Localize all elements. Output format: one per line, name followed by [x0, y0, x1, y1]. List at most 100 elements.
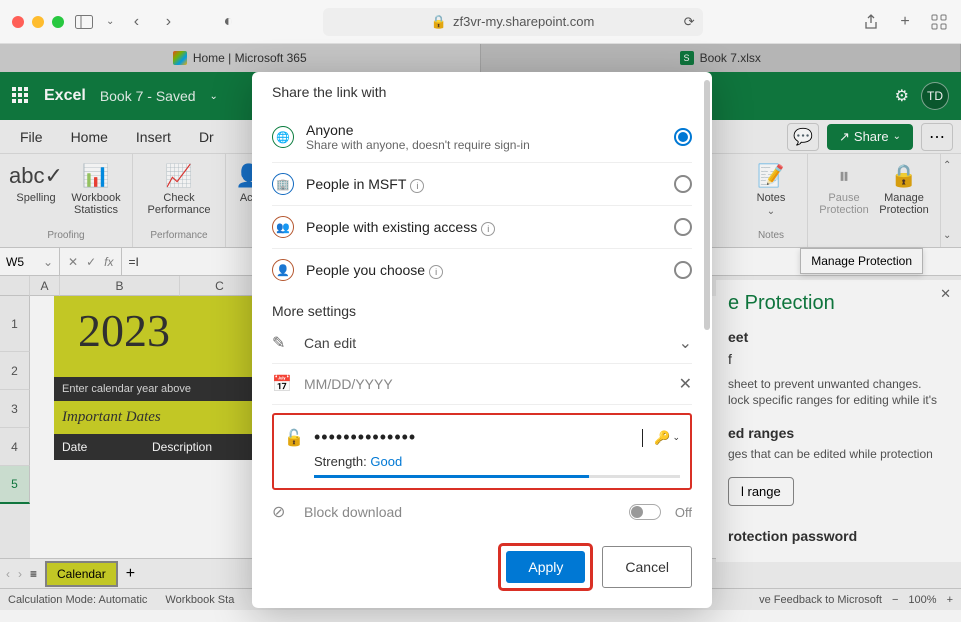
sidebar-toggle-icon[interactable]	[74, 12, 94, 32]
chevron-down-icon: ⌄	[767, 206, 775, 217]
group-proofing: Proofing	[8, 228, 124, 243]
permission-row[interactable]: ✎ Can edit ⌄	[272, 323, 692, 364]
radio-existing[interactable]	[674, 218, 692, 236]
protection-pane: ✕ e Protection eet f sheet to prevent un…	[716, 280, 961, 562]
share-icon[interactable]	[861, 12, 881, 32]
manage-protection-button[interactable]: 🔒Manage Protection	[876, 158, 932, 228]
password-options-icon[interactable]: 🔑⌄	[654, 430, 680, 446]
next-sheet-icon[interactable]: ›	[18, 567, 22, 581]
add-sheet-icon[interactable]: +	[126, 565, 135, 583]
performance-icon: 📈	[165, 162, 192, 190]
option-specific[interactable]: 👤 People you choosei	[272, 249, 692, 291]
password-section: 🔓 •••••••••••••• 🔑⌄ Strength: Good	[272, 413, 692, 490]
chevron-down-icon: ⌄	[893, 131, 901, 142]
row-5[interactable]: 5	[0, 466, 30, 504]
calc-mode[interactable]: Calculation Mode: Automatic	[8, 594, 147, 606]
row-headers: 1 2 3 4 5	[0, 296, 30, 558]
tab-file[interactable]: File	[8, 123, 55, 151]
important-dates-header: Important Dates	[54, 401, 254, 434]
col-B[interactable]: B	[60, 276, 180, 296]
feedback-link[interactable]: ve Feedback to Microsoft	[759, 594, 882, 606]
doc-menu-chevron-icon[interactable]: ⌄	[210, 91, 218, 102]
share-button[interactable]: ↗ Share ⌄	[827, 124, 913, 150]
address-bar[interactable]: 🔒 zf3vr-my.sharepoint.com ⟳	[323, 8, 703, 36]
fx-icon[interactable]: fx	[104, 255, 113, 269]
add-range-button[interactable]: l range	[728, 477, 794, 506]
window-close[interactable]	[12, 16, 24, 28]
shield-icon[interactable]: ◐	[218, 12, 238, 32]
radio-specific[interactable]	[674, 261, 692, 279]
calendar-icon: 📅	[272, 374, 290, 394]
workbook-stats-status[interactable]: Workbook Sta	[165, 594, 234, 606]
expand-ribbon-icon[interactable]: ⌄	[943, 230, 959, 241]
tab-workbook[interactable]: S Book 7.xlsx	[481, 44, 961, 72]
dialog-scrollbar[interactable]	[704, 80, 710, 330]
info-icon[interactable]: i	[410, 179, 424, 193]
refresh-icon[interactable]: ⟳	[684, 14, 695, 30]
pane-title: e Protection	[728, 292, 949, 315]
window-zoom[interactable]	[52, 16, 64, 28]
radio-anyone[interactable]	[674, 128, 692, 146]
formula-input[interactable]: =I	[122, 255, 144, 269]
spelling-icon: abc✓	[9, 162, 63, 190]
col-C[interactable]: C	[180, 276, 260, 296]
building-icon: 🏢	[272, 173, 294, 195]
check-performance-button[interactable]: 📈Check Performance	[141, 158, 217, 228]
workbook-stats-button[interactable]: 📊Workbook Statistics	[68, 158, 124, 228]
option-existing[interactable]: 👥 People with existing accessi	[272, 206, 692, 249]
accept-formula-icon[interactable]: ✓	[86, 255, 96, 269]
table-header: Date Description	[54, 434, 254, 460]
spelling-button[interactable]: abc✓Spelling	[8, 158, 64, 228]
cancel-button[interactable]: Cancel	[602, 546, 692, 588]
zoom-out-icon[interactable]: −	[892, 594, 898, 606]
zoom-in-icon[interactable]: +	[947, 594, 953, 606]
apply-button[interactable]: Apply	[506, 551, 585, 583]
all-sheets-icon[interactable]: ≡	[30, 567, 37, 581]
radio-org[interactable]	[674, 175, 692, 193]
row-4[interactable]: 4	[0, 428, 30, 466]
browser-toolbar: ⌄ ‹ › ◐ 🔒 zf3vr-my.sharepoint.com ⟳ +	[0, 0, 961, 44]
app-launcher-icon[interactable]	[12, 87, 30, 105]
row-1[interactable]: 1	[0, 296, 30, 352]
clear-date-icon[interactable]: ✕	[679, 374, 692, 394]
prev-sheet-icon[interactable]: ‹	[6, 567, 10, 581]
row-3[interactable]: 3	[0, 390, 30, 428]
doc-title[interactable]: Book 7 - Saved	[100, 88, 196, 104]
zoom-level[interactable]: 100%	[908, 594, 936, 606]
collapse-ribbon-icon[interactable]: ⌃	[943, 160, 959, 171]
tab-home[interactable]: Home	[59, 123, 120, 151]
sheet-tab-calendar[interactable]: Calendar	[45, 561, 118, 587]
avatar[interactable]: TD	[921, 82, 949, 110]
cancel-formula-icon[interactable]: ✕	[68, 255, 78, 269]
back-icon[interactable]: ‹	[126, 12, 146, 32]
tabs-overview-icon[interactable]	[929, 12, 949, 32]
chevron-down-icon: ⌄	[679, 333, 692, 353]
option-org[interactable]: 🏢 People in MSFTi	[272, 163, 692, 206]
block-download-toggle[interactable]	[629, 504, 661, 520]
tab-m365[interactable]: Home | Microsoft 365	[0, 44, 481, 72]
row-2[interactable]: 2	[0, 352, 30, 390]
info-icon[interactable]: i	[429, 265, 443, 279]
close-pane-icon[interactable]: ✕	[940, 286, 951, 302]
comments-icon[interactable]: 💬	[787, 123, 819, 151]
gear-icon[interactable]: ⚙	[895, 86, 909, 106]
pause-icon: ⏸	[838, 162, 849, 190]
name-box[interactable]: W5 ⌄	[0, 248, 60, 275]
lock-icon: 🔓	[284, 428, 302, 448]
col-A[interactable]: A	[30, 276, 60, 296]
notes-button[interactable]: 📝Notes⌄	[743, 158, 799, 228]
new-tab-icon[interactable]: +	[895, 12, 915, 32]
year-cell[interactable]: 2023	[54, 296, 254, 377]
info-icon[interactable]: i	[481, 222, 495, 236]
window-minimize[interactable]	[32, 16, 44, 28]
tab-draw[interactable]: Dr	[187, 123, 226, 151]
pause-protection-button: ⏸Pause Protection	[816, 158, 872, 228]
tab-insert[interactable]: Insert	[124, 123, 183, 151]
option-anyone[interactable]: 🌐 Anyone Share with anyone, doesn't requ…	[272, 112, 692, 163]
chevron-down-icon[interactable]: ⌄	[106, 16, 114, 27]
more-icon[interactable]: ⋯	[921, 123, 953, 151]
forward-icon[interactable]: ›	[158, 12, 178, 32]
expiry-row[interactable]: 📅 MM/DD/YYYY ✕	[272, 364, 692, 405]
password-input[interactable]: ••••••••••••••	[314, 427, 642, 448]
stats-icon: 📊	[82, 162, 109, 190]
